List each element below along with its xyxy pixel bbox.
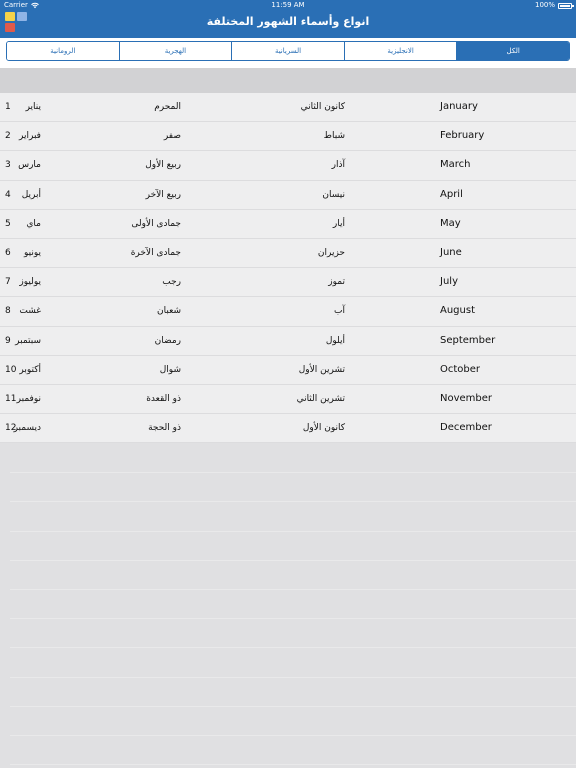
month-type-segmented-control: الرومانية الهجرية السريانية الانجليزية الكل <box>6 41 570 61</box>
roman-month-name: أكتوبر <box>19 364 41 375</box>
table-row[interactable]: 10 أكتوبر شوال تشرين الأول October <box>0 355 576 385</box>
hijri-month-name: المحرم <box>154 102 181 112</box>
empty-row-separator <box>10 589 576 590</box>
table-row[interactable]: 11 نوفمبر ذو القعدة تشرين الثاني November <box>0 384 576 415</box>
hijri-month-name: جمادى الآخرة <box>130 247 181 258</box>
page-title: انواع وأسماء الشهور المختلفة <box>206 15 370 28</box>
table-row[interactable]: 7 يوليوز رجب تموز July <box>0 268 576 298</box>
roman-month-name: يوليوز <box>19 277 41 288</box>
month-number: 10 <box>5 364 17 375</box>
roman-month-name: فبراير <box>19 131 41 142</box>
segment-area: الرومانية الهجرية السريانية الانجليزية الكل <box>0 38 576 68</box>
english-month-name: April <box>440 188 463 200</box>
month-number: 7 <box>5 277 11 288</box>
month-number: 11 <box>5 393 17 404</box>
syriac-month-name: أيار <box>332 218 345 229</box>
syriac-month-name: آذار <box>331 160 345 171</box>
hijri-month-name: جمادى الأولى <box>131 218 181 229</box>
english-month-name: October <box>440 363 481 375</box>
table-row[interactable]: 12 ديسمبر ذو الحجة كانون الأول December <box>0 414 576 444</box>
battery-percent: 100% <box>534 1 555 9</box>
empty-row-separator <box>10 676 576 678</box>
table-row[interactable]: 5 ماي جمادى الأولى أيار May <box>0 209 576 239</box>
english-month-name: May <box>440 217 461 229</box>
table-row[interactable]: 6 يونيو جمادى الآخرة حزيران June <box>0 238 576 269</box>
roman-month-name: ماي <box>26 218 41 229</box>
syriac-month-name: تشرين الأول <box>298 364 345 375</box>
english-month-name: July <box>440 276 458 288</box>
roman-month-name: يونيو <box>23 247 41 258</box>
syriac-month-name: نيسان <box>322 189 345 200</box>
month-number: 1 <box>5 102 11 112</box>
empty-row-separator <box>10 735 576 736</box>
empty-table-area <box>0 443 576 768</box>
month-number: 3 <box>5 160 11 171</box>
english-month-name: June <box>440 246 462 258</box>
status-time: 11:59 AM <box>271 1 305 9</box>
segment-tab[interactable]: الرومانية <box>7 42 119 60</box>
months-table: 1 يناير المحرم كانون الثاني January 2 فبراير صف… <box>0 93 576 444</box>
month-number: 5 <box>5 218 11 229</box>
roman-month-name: أبريل <box>21 189 41 200</box>
syriac-month-name: شباط <box>323 131 345 142</box>
roman-month-name: نوفمبر <box>16 393 41 404</box>
month-number: 2 <box>5 131 11 142</box>
empty-row-separator <box>10 501 576 503</box>
hijri-month-name: ربيع الأول <box>145 160 181 171</box>
roman-month-name: ديسمبر <box>13 423 41 434</box>
empty-row-separator <box>10 559 576 561</box>
hijri-month-name: ذو الحجة <box>148 423 181 434</box>
english-month-name: November <box>440 392 493 404</box>
english-month-name: December <box>440 422 492 434</box>
roman-month-name: يناير <box>25 102 41 112</box>
syriac-month-name: كانون الثاني <box>300 102 345 112</box>
status-right: 100% <box>534 0 574 11</box>
hijri-month-name: رمضان <box>154 335 181 346</box>
hijri-month-name: رجب <box>162 277 181 288</box>
hijri-month-name: ربيع الآخر <box>145 189 181 200</box>
empty-row-separator <box>10 705 576 707</box>
segment-tab[interactable]: الانجليزية <box>343 42 457 60</box>
table-row[interactable]: 2 فبراير صفر شباط February <box>0 122 576 152</box>
english-month-name: August <box>440 305 475 317</box>
syriac-month-name: تموز <box>328 277 345 288</box>
status-bar: Carrier 11:59 AM 100% <box>0 0 576 11</box>
hijri-month-name: شعبان <box>157 306 181 317</box>
navigation-bar: انواع وأسماء الشهور المختلفة <box>0 11 576 38</box>
table-row[interactable]: 9 سبتمبر رمضان أيلول September <box>0 326 576 356</box>
syriac-month-name: أيلول <box>325 335 345 346</box>
hijri-month-name: شوال <box>159 364 181 375</box>
table-header-strip <box>0 68 576 93</box>
table-row[interactable]: 3 مارس ربيع الأول آذار March <box>0 151 576 181</box>
month-number: 4 <box>5 189 11 200</box>
table-row[interactable]: 1 يناير المحرم كانون الثاني January <box>0 93 576 123</box>
english-month-name: March <box>440 159 471 171</box>
english-month-name: September <box>440 334 496 346</box>
hijri-month-name: صفر <box>163 131 181 142</box>
roman-month-name: غشت <box>19 306 41 317</box>
empty-row-separator <box>10 472 576 474</box>
segment-tab[interactable]: الكل <box>456 42 569 60</box>
syriac-month-name: كانون الأول <box>302 423 345 434</box>
table-row[interactable]: 8 غشت شعبان آب August <box>0 297 576 327</box>
empty-row-separator <box>10 647 576 649</box>
english-month-name: January <box>440 101 478 112</box>
empty-row-separator <box>10 618 576 620</box>
segment-tab[interactable]: الهجرية <box>118 42 232 60</box>
month-number: 8 <box>5 306 11 317</box>
table-row[interactable]: 4 أبريل ربيع الآخر نيسان April <box>0 180 576 210</box>
syriac-month-name: آب <box>334 306 345 317</box>
battery-icon <box>558 2 574 9</box>
empty-row-separator <box>10 530 576 532</box>
empty-row-separator <box>10 764 576 766</box>
month-number: 9 <box>5 335 11 346</box>
month-number: 6 <box>5 247 11 258</box>
syriac-month-name: حزيران <box>317 247 345 258</box>
roman-month-name: سبتمبر <box>15 335 41 346</box>
syriac-month-name: تشرين الثاني <box>296 393 345 404</box>
segment-tab[interactable]: السريانية <box>231 42 344 60</box>
english-month-name: February <box>440 130 485 142</box>
hijri-month-name: ذو القعدة <box>146 393 181 404</box>
roman-month-name: مارس <box>18 160 41 171</box>
